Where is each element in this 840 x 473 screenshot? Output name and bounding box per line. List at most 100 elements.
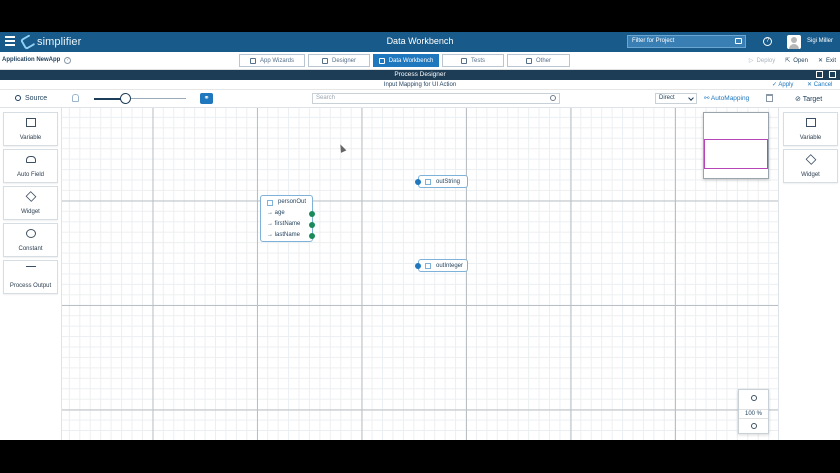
field-connector[interactable]: [309, 222, 315, 228]
app-actions: ▷ Deploy ⇱ Open ✕ Exit: [749, 57, 836, 65]
open-button[interactable]: ⇱ Open: [785, 57, 808, 65]
logo: simplifier: [19, 33, 82, 51]
tab-label: Designer: [331, 57, 356, 64]
avatar[interactable]: [787, 35, 801, 49]
tool-label: Constant: [18, 246, 43, 252]
help-icon[interactable]: ?: [763, 37, 772, 46]
source-tool-auto-field[interactable]: Auto Field: [3, 149, 58, 183]
automapping-label: AutoMapping: [710, 95, 750, 102]
zoom-out-icon[interactable]: [751, 423, 757, 429]
project-filter-placeholder: Filter for Project: [632, 38, 675, 44]
search-icon[interactable]: [550, 95, 556, 101]
tab-label: Tests: [470, 57, 485, 64]
source-icon: [15, 95, 21, 101]
mapping-mode-value: Direct: [659, 95, 675, 101]
node-field: → lastName: [267, 232, 301, 238]
automapping-button[interactable]: ⚯ AutoMapping: [704, 94, 749, 102]
tool-label: Variable: [19, 135, 42, 141]
tool-label: Widget: [801, 172, 820, 178]
target-node-out-string[interactable]: outString: [415, 175, 468, 188]
logo-icon: [19, 33, 37, 51]
application-name: Application NewApp: [2, 57, 61, 63]
mapping-canvas[interactable]: [62, 108, 778, 440]
window-icon: [525, 57, 532, 64]
maximize-icon[interactable]: [816, 71, 823, 78]
tab-label: Data Workbench: [388, 57, 434, 64]
exit-button[interactable]: ✕ Exit: [818, 57, 836, 65]
zoom-controls: 100 %: [738, 389, 769, 434]
process-designer-bar: Process Designer: [0, 70, 840, 80]
target-tool-variable[interactable]: Variable: [783, 112, 838, 146]
source-panel: Variable Auto Field Widget Constant Proc…: [0, 108, 62, 440]
edit-icon: [321, 57, 328, 64]
source-node-person-out[interactable]: personOut → age → firstName → lastName: [260, 195, 315, 242]
tab-data-workbench[interactable]: Data Workbench: [373, 54, 439, 67]
source-tool-process-output[interactable]: Process Output: [3, 260, 58, 294]
node-checkbox[interactable]: [425, 263, 431, 269]
tool-label: Auto Field: [16, 172, 44, 178]
tab-designer[interactable]: Designer: [308, 54, 370, 67]
source-tool-widget[interactable]: Widget: [3, 186, 58, 220]
link-button[interactable]: ⚭: [200, 93, 213, 104]
node-checkbox[interactable]: [267, 200, 273, 206]
tool-label: Process Output: [9, 283, 52, 289]
tab-label: Other: [535, 57, 551, 64]
copyright-icon: [25, 229, 36, 238]
tool-label: Variable: [799, 135, 822, 141]
tab-other[interactable]: Other: [507, 54, 570, 67]
tool-label: Widget: [21, 209, 40, 215]
target-tool-widget[interactable]: Widget: [783, 149, 838, 183]
search-input[interactable]: Search: [312, 93, 560, 104]
main-tabs: App Wizards Designer Data Workbench Test…: [239, 54, 570, 67]
source-tool-variable[interactable]: Variable: [3, 112, 58, 146]
node-checkbox[interactable]: [425, 179, 431, 185]
mapping-title: Input Mapping for UI Action: [383, 82, 457, 88]
node-field: → age: [267, 210, 285, 216]
search-placeholder: Search: [316, 95, 336, 101]
tab-label: App Wizards: [259, 57, 294, 64]
process-designer-title: Process Designer: [394, 71, 446, 78]
canvas-minimap[interactable]: [703, 112, 769, 179]
cancel-button[interactable]: ✕ Cancel: [807, 81, 832, 88]
source-label: Source: [25, 95, 48, 102]
trash-icon[interactable]: [766, 94, 773, 102]
tree-icon: [25, 266, 36, 274]
tab-tests[interactable]: Tests: [442, 54, 504, 67]
zoom-level[interactable]: 100 %: [739, 409, 768, 419]
target-label-text: Target: [802, 96, 823, 103]
tab-app-wizards[interactable]: App Wizards: [239, 54, 305, 67]
mapping-mode-select[interactable]: Direct: [655, 93, 697, 104]
cube-icon: [805, 154, 816, 165]
cancel-label: Cancel: [813, 82, 833, 88]
deploy-label: Deploy: [756, 57, 776, 64]
target-connector[interactable]: [415, 179, 421, 185]
cube-icon: [25, 191, 36, 202]
application-bar: Application NewApp ? App Wizards Designe…: [0, 52, 840, 70]
target-node-out-integer[interactable]: outInteger: [415, 259, 468, 272]
apply-button[interactable]: ✓ Apply: [772, 81, 793, 88]
field-connector[interactable]: [309, 233, 315, 239]
field-connector[interactable]: [309, 211, 315, 217]
source-tool-constant[interactable]: Constant: [3, 223, 58, 257]
node-title: outString: [436, 179, 461, 185]
zoom-in-icon[interactable]: [751, 395, 757, 401]
variable-icon: [805, 118, 816, 127]
info-icon[interactable]: ?: [64, 57, 71, 64]
minimap-viewport[interactable]: [704, 139, 768, 169]
restore-icon[interactable]: [829, 71, 836, 78]
folder-icon[interactable]: [735, 38, 742, 44]
person-icon[interactable]: [72, 94, 79, 102]
target-label: ⊘ Target: [795, 96, 823, 103]
apply-label: Apply: [778, 82, 794, 88]
project-filter-input[interactable]: Filter for Project: [627, 35, 746, 48]
menu-icon[interactable]: [5, 36, 15, 46]
car-icon: [25, 156, 36, 163]
user-name[interactable]: Sigi Miller: [807, 38, 833, 44]
deploy-button[interactable]: ▷ Deploy: [749, 57, 776, 65]
workbench-icon: [378, 57, 385, 64]
node-title: outInteger: [436, 263, 464, 269]
mapping-bar: Input Mapping for UI Action ✓ Apply ✕ Ca…: [0, 80, 840, 90]
target-connector[interactable]: [415, 263, 421, 269]
logo-text: simplifier: [37, 36, 82, 48]
zoom-slider-handle[interactable]: [120, 93, 131, 104]
